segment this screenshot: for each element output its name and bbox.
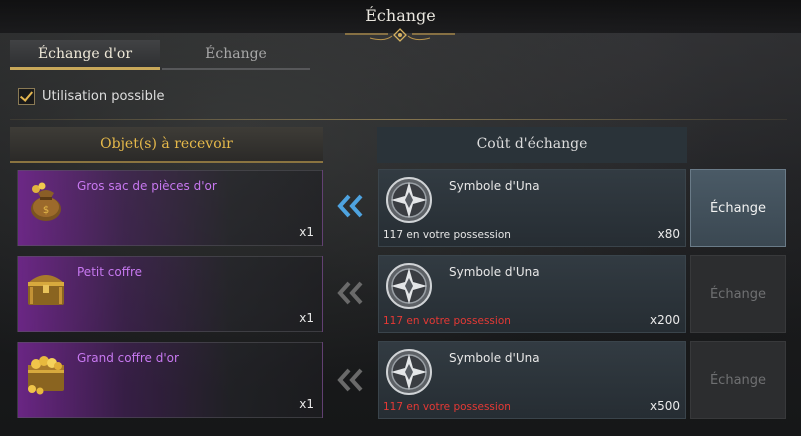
item-name: Gros sac de pièces d'or	[77, 179, 217, 193]
receive-column-header: Objet(s) à recevoir	[10, 127, 323, 163]
checkbox-check-icon[interactable]	[18, 88, 35, 105]
cost-item-name: Symbole d'Una	[449, 179, 540, 193]
usable-filter-checkbox[interactable]: Utilisation possible	[18, 88, 164, 105]
item-quantity: x1	[299, 225, 314, 239]
cost-quantity: x200	[649, 313, 680, 327]
cost-item-name: Symbole d'Una	[449, 265, 540, 279]
item-name: Petit coffre	[77, 265, 143, 279]
gold-coin-bag-icon: $	[31, 182, 61, 221]
exchange-cost-card: Symbole d'Una 117 en votre possession x8…	[378, 169, 686, 247]
possession-count: 117 en votre possession	[383, 229, 511, 241]
divider	[10, 119, 787, 120]
double-chevron-left-icon	[337, 281, 363, 305]
double-chevron-left-icon	[337, 368, 363, 392]
tab-exchange[interactable]: Échange	[162, 40, 310, 70]
receive-item-card[interactable]: $ Gros sac de pièces d'or x1	[17, 170, 323, 246]
possession-count: 117 en votre possession	[383, 315, 511, 327]
cost-quantity: x80	[657, 227, 680, 241]
exchange-cost-card: Symbole d'Una 117 en votre possession x2…	[378, 255, 686, 333]
cost-column-header: Coût d'échange	[377, 127, 687, 163]
exchange-button[interactable]: Échange	[690, 255, 786, 333]
item-quantity: x1	[299, 311, 314, 325]
possession-count: 117 en votre possession	[383, 401, 511, 413]
exchange-button[interactable]: Échange	[690, 341, 786, 419]
una-symbol-icon	[386, 177, 432, 223]
item-quantity: x1	[299, 397, 314, 411]
una-symbol-icon	[386, 349, 432, 395]
double-chevron-left-icon	[337, 194, 363, 218]
svg-text:$: $	[43, 205, 49, 216]
usable-filter-label: Utilisation possible	[42, 89, 165, 104]
tab-gold-exchange[interactable]: Échange d'or	[10, 40, 160, 70]
cost-quantity: x500	[649, 399, 680, 413]
receive-item-card[interactable]: Petit coffre x1	[17, 256, 323, 332]
exchange-cost-card: Symbole d'Una 117 en votre possession x5…	[378, 341, 686, 419]
exchange-button[interactable]: Échange	[690, 169, 786, 247]
large-gold-chest-icon	[28, 356, 64, 395]
cost-item-name: Symbole d'Una	[449, 351, 540, 365]
receive-item-card[interactable]: Grand coffre d'or x1	[17, 342, 323, 418]
window-title: Échange	[365, 6, 436, 25]
title-ornament-icon	[345, 28, 455, 42]
item-name: Grand coffre d'or	[77, 351, 179, 365]
small-chest-icon	[28, 275, 64, 305]
una-symbol-icon	[386, 263, 432, 309]
